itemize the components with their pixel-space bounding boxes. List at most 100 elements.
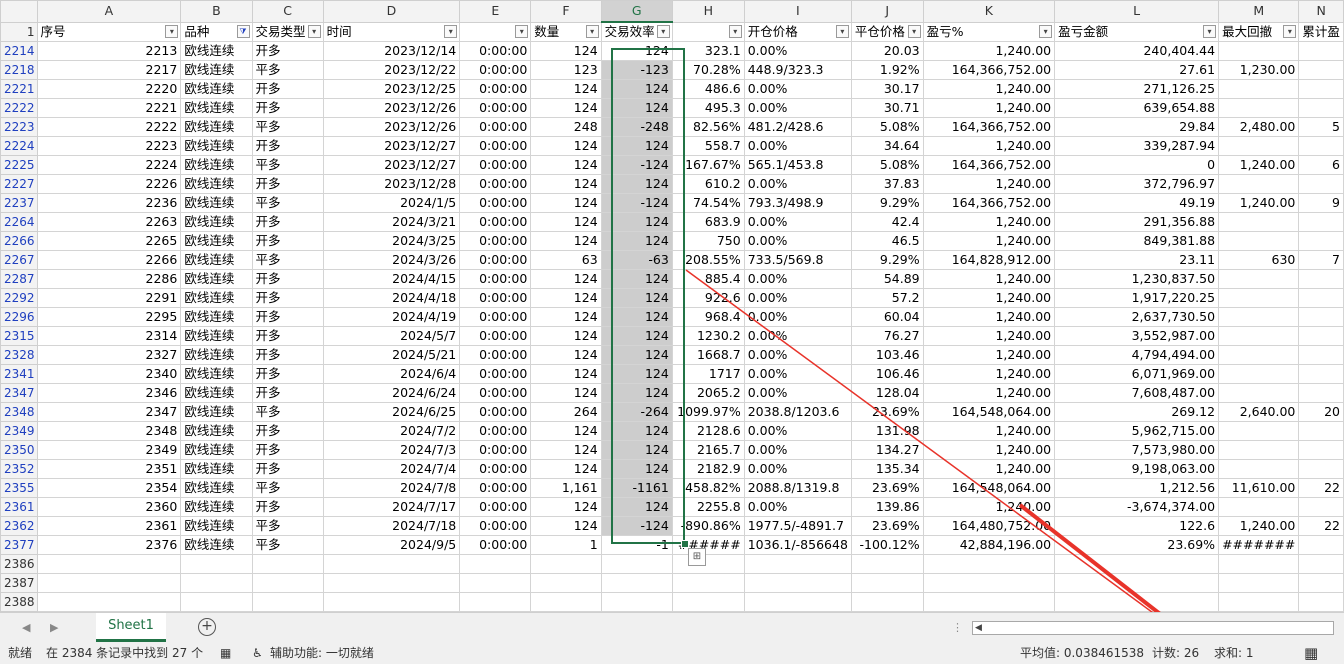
empty-cell[interactable]: [600, 573, 673, 593]
cell-k[interactable]: 1,240.00: [922, 307, 1056, 327]
cell-e[interactable]: 0:00:00: [459, 117, 532, 137]
tab-sheet1[interactable]: Sheet1: [96, 613, 166, 642]
cell-i[interactable]: 0.00%: [743, 459, 852, 479]
tab-split-handle-icon[interactable]: ⋮: [952, 621, 963, 634]
cell-m[interactable]: [1218, 269, 1300, 289]
empty-cell[interactable]: [36, 554, 182, 574]
cell-m[interactable]: [1218, 41, 1300, 61]
cell-l[interactable]: 372,796.97: [1054, 174, 1220, 194]
cell-g[interactable]: 124: [600, 174, 673, 194]
cell-c[interactable]: 开多: [251, 307, 324, 327]
cell-j[interactable]: 5.08%: [850, 155, 924, 175]
filter-dropdown-icon[interactable]: ▾: [165, 24, 179, 38]
cell-e[interactable]: 0:00:00: [459, 41, 532, 61]
spreadsheet-grid[interactable]: A B C D E F G H I J K L M N 1 序号 ▾ 品种 ⧩ 交易类型 ▾ 时间 ▾ ▾ 数量 ▾ 交易效率 ▾ ▾ 开…: [0, 0, 1344, 612]
cell-k[interactable]: 1,240.00: [922, 459, 1056, 479]
cell-d[interactable]: 2023/12/25: [322, 79, 461, 99]
empty-cell[interactable]: [36, 573, 182, 593]
row-number[interactable]: 2388: [0, 592, 38, 612]
cell-d[interactable]: 2024/6/25: [322, 402, 461, 422]
cell-k[interactable]: 1,240.00: [922, 364, 1056, 384]
cell-d[interactable]: 2024/7/4: [322, 459, 461, 479]
cell-a[interactable]: 2348: [36, 421, 182, 441]
field-header-cell[interactable]: ▾: [671, 21, 745, 42]
cell-h[interactable]: -890.86%: [671, 516, 745, 536]
cell-j[interactable]: 30.17: [850, 79, 924, 99]
cell-b[interactable]: 欧线连续: [180, 288, 253, 308]
cell-e[interactable]: 0:00:00: [459, 79, 532, 99]
row-number[interactable]: 2386: [0, 554, 38, 574]
tab-scroll-left-icon[interactable]: ◀: [22, 621, 30, 634]
cell-a[interactable]: 2351: [36, 459, 182, 479]
row-number[interactable]: 2221: [0, 79, 38, 99]
field-header-cell[interactable]: 品种 ⧩: [180, 21, 253, 42]
row-number[interactable]: 2361: [0, 497, 38, 517]
cell-g[interactable]: -124: [600, 155, 673, 175]
column-header-n[interactable]: N: [1298, 0, 1344, 23]
cell-c[interactable]: 开多: [251, 79, 324, 99]
cell-x[interactable]: 6: [1298, 155, 1344, 175]
cell-d[interactable]: 2023/12/27: [322, 136, 461, 156]
cell-a[interactable]: 2361: [36, 516, 182, 536]
row-number[interactable]: 2348: [0, 402, 38, 422]
cell-f[interactable]: 124: [530, 383, 602, 403]
cell-k[interactable]: 164,366,752.00: [922, 60, 1056, 80]
cell-x[interactable]: [1298, 136, 1344, 156]
cell-f[interactable]: 124: [530, 136, 602, 156]
cell-b[interactable]: 欧线连续: [180, 345, 253, 365]
cell-i[interactable]: 0.00%: [743, 136, 852, 156]
cell-l[interactable]: 29.84: [1054, 117, 1220, 137]
cell-l[interactable]: 6,071,969.00: [1054, 364, 1220, 384]
cell-a[interactable]: 2221: [36, 98, 182, 118]
row-number[interactable]: 2347: [0, 383, 38, 403]
cell-e[interactable]: 0:00:00: [459, 288, 532, 308]
cell-l[interactable]: 1,230,837.50: [1054, 269, 1220, 289]
cell-e[interactable]: 0:00:00: [459, 326, 532, 346]
cell-x[interactable]: [1298, 421, 1344, 441]
cell-h[interactable]: 2128.6: [671, 421, 745, 441]
cell-d[interactable]: 2024/7/3: [322, 440, 461, 460]
cell-x[interactable]: [1298, 174, 1344, 194]
cell-e[interactable]: 0:00:00: [459, 212, 532, 232]
cell-m[interactable]: [1218, 212, 1300, 232]
cell-b[interactable]: 欧线连续: [180, 535, 253, 555]
cell-l[interactable]: 3,552,987.00: [1054, 326, 1220, 346]
cell-i[interactable]: 0.00%: [743, 212, 852, 232]
cell-j[interactable]: 23.69%: [850, 478, 924, 498]
cell-c[interactable]: 开多: [251, 136, 324, 156]
empty-cell[interactable]: [459, 592, 532, 612]
cell-j[interactable]: -100.12%: [850, 535, 924, 555]
cell-x[interactable]: 22: [1298, 516, 1344, 536]
cell-i[interactable]: 481.2/428.6: [743, 117, 852, 137]
cell-j[interactable]: 46.5: [850, 231, 924, 251]
cell-b[interactable]: 欧线连续: [180, 478, 253, 498]
cell-j[interactable]: 54.89: [850, 269, 924, 289]
row-number[interactable]: 2224: [0, 136, 38, 156]
cell-i[interactable]: 1977.5/-4891.7: [743, 516, 852, 536]
cell-d[interactable]: 2024/5/7: [322, 326, 461, 346]
cell-g[interactable]: 124: [600, 440, 673, 460]
cell-j[interactable]: 9.29%: [850, 193, 924, 213]
empty-cell[interactable]: [180, 554, 253, 574]
cell-a[interactable]: 2213: [36, 41, 182, 61]
row-number[interactable]: 2296: [0, 307, 38, 327]
row-number[interactable]: 2225: [0, 155, 38, 175]
cell-i[interactable]: 565.1/453.8: [743, 155, 852, 175]
cell-a[interactable]: 2291: [36, 288, 182, 308]
empty-cell[interactable]: [600, 554, 673, 574]
filter-dropdown-icon[interactable]: ▾: [307, 24, 321, 38]
row-number[interactable]: 2315: [0, 326, 38, 346]
quick-analysis-icon[interactable]: ⊞: [688, 548, 706, 566]
cell-a[interactable]: 2354: [36, 478, 182, 498]
cell-g[interactable]: 124: [600, 364, 673, 384]
cell-h[interactable]: 683.9: [671, 212, 745, 232]
cell-e[interactable]: 0:00:00: [459, 478, 532, 498]
cell-m[interactable]: 630: [1218, 250, 1300, 270]
cell-l[interactable]: 23.69%: [1054, 535, 1220, 555]
cell-b[interactable]: 欧线连续: [180, 516, 253, 536]
empty-cell[interactable]: [530, 554, 602, 574]
field-header-cell[interactable]: 平仓价格 ▾: [850, 21, 924, 42]
cell-h[interactable]: 167.67%: [671, 155, 745, 175]
field-header-cell[interactable]: 开仓价格 ▾: [743, 21, 852, 42]
field-header-cell[interactable]: 序号 ▾: [36, 21, 182, 42]
